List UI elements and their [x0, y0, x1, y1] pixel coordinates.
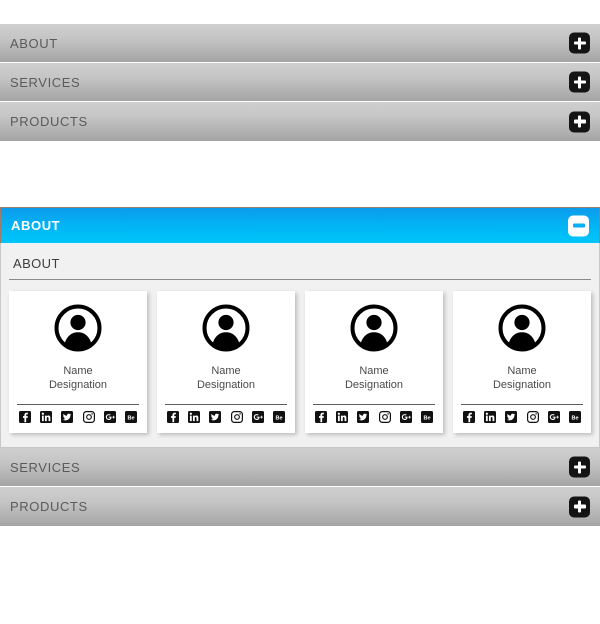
accordion-item-about-expanded[interactable]: ABOUT	[0, 207, 600, 243]
minus-icon-bar	[572, 223, 585, 228]
user-avatar-icon	[350, 304, 398, 357]
behance-icon[interactable]: Be	[124, 411, 137, 423]
svg-text:Be: Be	[571, 415, 578, 421]
facebook-icon[interactable]	[167, 411, 179, 423]
facebook-icon[interactable]	[463, 411, 475, 423]
social-links: Be	[313, 411, 435, 425]
plus-icon-vertical	[577, 37, 582, 49]
instagram-icon[interactable]	[526, 411, 539, 423]
card-name: Name	[63, 365, 93, 377]
plus-icon-vertical	[577, 500, 582, 513]
twitter-icon[interactable]	[61, 411, 74, 423]
accordion-item-about[interactable]: ABOUT	[0, 24, 600, 63]
accordion-label: ABOUT	[11, 218, 61, 233]
team-card[interactable]: Name Designation Be	[453, 291, 591, 433]
svg-text:Be: Be	[423, 415, 430, 421]
accordion-label: PRODUCTS	[10, 114, 88, 129]
social-divider	[461, 404, 583, 405]
panel-heading: ABOUT	[13, 256, 60, 271]
user-avatar-icon	[498, 304, 546, 357]
accordion-bottom-group: ABOUT ABOUT Name Designation Be Name Des…	[0, 207, 600, 526]
social-links: Be	[17, 411, 139, 425]
linkedin-icon[interactable]	[188, 411, 201, 423]
card-designation: Designation	[492, 379, 552, 391]
team-card[interactable]: Name Designation Be	[305, 291, 443, 433]
accordion-top-group: ABOUT SERVICES PRODUCTS	[0, 24, 600, 141]
twitter-icon[interactable]	[209, 411, 222, 423]
plus-icon[interactable]	[569, 111, 590, 132]
accordion-panel-about: ABOUT Name Designation Be Name Designati…	[0, 243, 600, 448]
plus-icon-vertical	[577, 115, 582, 128]
accordion-label: SERVICES	[10, 459, 81, 475]
social-links: Be	[165, 411, 287, 425]
minus-icon[interactable]	[568, 215, 589, 236]
social-divider	[165, 404, 287, 405]
social-divider	[313, 404, 435, 405]
facebook-icon[interactable]	[19, 411, 31, 423]
linkedin-icon[interactable]	[484, 411, 497, 423]
social-divider	[17, 404, 139, 405]
accordion-item-products[interactable]: PRODUCTS	[0, 102, 600, 141]
google-plus-icon[interactable]	[251, 411, 264, 423]
team-card-row: Name Designation Be Name Designation Be …	[9, 291, 591, 433]
social-links: Be	[461, 411, 583, 425]
accordion-label: PRODUCTS	[10, 499, 88, 514]
accordion-label: SERVICES	[10, 74, 81, 90]
twitter-icon[interactable]	[357, 411, 370, 423]
accordion-label: ABOUT	[10, 35, 58, 51]
twitter-icon[interactable]	[505, 411, 518, 423]
section-divider	[0, 141, 600, 207]
plus-icon[interactable]	[569, 496, 590, 517]
accordion-item-products-2[interactable]: PRODUCTS	[0, 487, 600, 526]
behance-icon[interactable]: Be	[272, 411, 285, 423]
linkedin-icon[interactable]	[336, 411, 349, 423]
card-designation: Designation	[196, 379, 256, 391]
accordion-item-services-2[interactable]: SERVICES	[0, 448, 600, 487]
svg-text:Be: Be	[127, 415, 134, 421]
card-name: Name	[359, 365, 389, 377]
accordion-item-services[interactable]: SERVICES	[0, 63, 600, 102]
plus-icon[interactable]	[569, 71, 590, 93]
google-plus-icon[interactable]	[547, 411, 560, 423]
page-root: ABOUT SERVICES PRODUCTS ABOUT ABOUT Name…	[0, 24, 600, 624]
behance-icon[interactable]: Be	[568, 411, 581, 423]
card-designation: Designation	[344, 379, 404, 391]
panel-divider	[9, 279, 591, 280]
facebook-icon[interactable]	[315, 411, 327, 423]
instagram-icon[interactable]	[230, 411, 243, 423]
svg-text:Be: Be	[275, 415, 282, 421]
plus-icon[interactable]	[569, 32, 590, 54]
instagram-icon[interactable]	[82, 411, 95, 423]
google-plus-icon[interactable]	[399, 411, 412, 423]
user-avatar-icon	[202, 304, 250, 357]
instagram-icon[interactable]	[378, 411, 391, 423]
plus-icon-vertical	[577, 461, 582, 473]
linkedin-icon[interactable]	[40, 411, 53, 423]
card-designation: Designation	[48, 379, 108, 391]
plus-icon[interactable]	[569, 456, 590, 478]
team-card[interactable]: Name Designation Be	[157, 291, 295, 433]
team-card[interactable]: Name Designation Be	[9, 291, 147, 433]
user-avatar-icon	[54, 304, 102, 357]
google-plus-icon[interactable]	[103, 411, 116, 423]
card-name: Name	[507, 365, 537, 377]
card-name: Name	[211, 365, 241, 377]
behance-icon[interactable]: Be	[420, 411, 433, 423]
plus-icon-vertical	[577, 76, 582, 88]
